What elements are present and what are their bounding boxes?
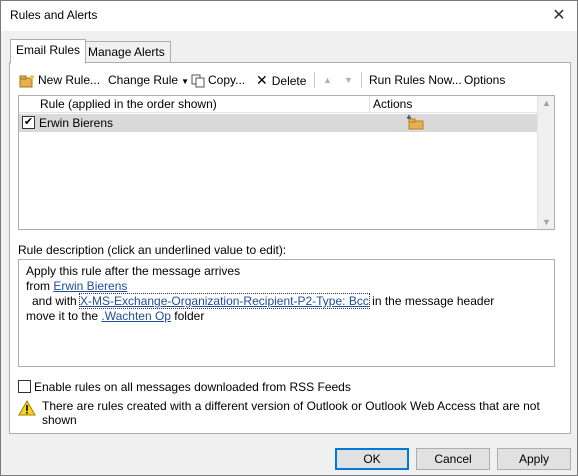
move-up-icon[interactable]: ▲ [323, 70, 332, 90]
column-divider[interactable] [369, 96, 370, 113]
rss-rules-option[interactable]: Enable rules on all messages downloaded … [18, 380, 351, 394]
tab-manage-alerts[interactable]: Manage Alerts [82, 41, 171, 63]
rules-list-scrollbar[interactable]: ▲ ▼ [537, 96, 554, 229]
window-title: Rules and Alerts [10, 8, 98, 22]
close-icon[interactable]: ✕ [549, 6, 569, 26]
scroll-up-icon[interactable]: ▲ [538, 98, 555, 108]
rss-checkbox[interactable] [18, 380, 31, 393]
copy-button[interactable]: Copy... [191, 70, 245, 90]
column-header-rule[interactable]: Rule (applied in the order shown) [40, 97, 217, 111]
toolbar-separator [314, 72, 315, 88]
rule-description-box: Apply this rule after the message arrive… [18, 259, 555, 367]
sender-link[interactable]: Erwin Bierens [53, 279, 127, 293]
move-down-icon[interactable]: ▼ [344, 70, 353, 90]
new-rule-icon [19, 74, 34, 88]
rules-and-alerts-dialog: Rules and Alerts ✕ Email Rules Manage Al… [0, 0, 578, 476]
options-button[interactable]: Options [464, 70, 505, 90]
rules-list-header: Rule (applied in the order shown) Action… [19, 96, 538, 113]
toolbar-separator [361, 72, 362, 88]
description-line: from Erwin Bierens [26, 279, 128, 293]
cancel-button[interactable]: Cancel [416, 448, 490, 470]
warning-text: There are rules created with a different… [42, 399, 540, 427]
description-line: Apply this rule after the message arrive… [26, 264, 241, 278]
folder-link[interactable]: .Wachten Op [101, 309, 171, 323]
scroll-down-icon[interactable]: ▼ [538, 217, 555, 227]
rule-description-label: Rule description (click an underlined va… [18, 243, 287, 257]
delete-button[interactable]: ✕ Delete [256, 70, 306, 90]
move-to-folder-icon [407, 115, 424, 130]
header-value-link[interactable]: X-MS-Exchange-Organization-Recipient-P2-… [79, 293, 370, 309]
ok-button[interactable]: OK [335, 448, 409, 470]
rule-row[interactable]: ✔ Erwin Bierens [19, 114, 538, 132]
warning-icon [18, 400, 36, 416]
column-header-actions[interactable]: Actions [373, 97, 412, 111]
title-bar: Rules and Alerts ✕ [1, 1, 577, 31]
copy-icon [191, 74, 205, 88]
apply-button[interactable]: Apply [497, 448, 571, 470]
run-rules-now-button[interactable]: Run Rules Now... [369, 70, 462, 90]
chevron-down-icon: ▼ [181, 77, 189, 86]
description-line: and with X-MS-Exchange-Organization-Reci… [32, 293, 495, 309]
delete-icon: ✕ [256, 72, 268, 88]
description-line: move it to the .Wachten Op folder [26, 309, 205, 323]
tab-email-rules[interactable]: Email Rules [10, 39, 87, 64]
rule-name: Erwin Bierens [39, 116, 114, 130]
change-rule-button[interactable]: Change Rule ▼ [108, 70, 189, 90]
rules-list: Rule (applied in the order shown) Action… [18, 95, 555, 230]
rule-enabled-checkbox[interactable]: ✔ [22, 116, 35, 129]
new-rule-button[interactable]: New Rule... [19, 70, 100, 90]
